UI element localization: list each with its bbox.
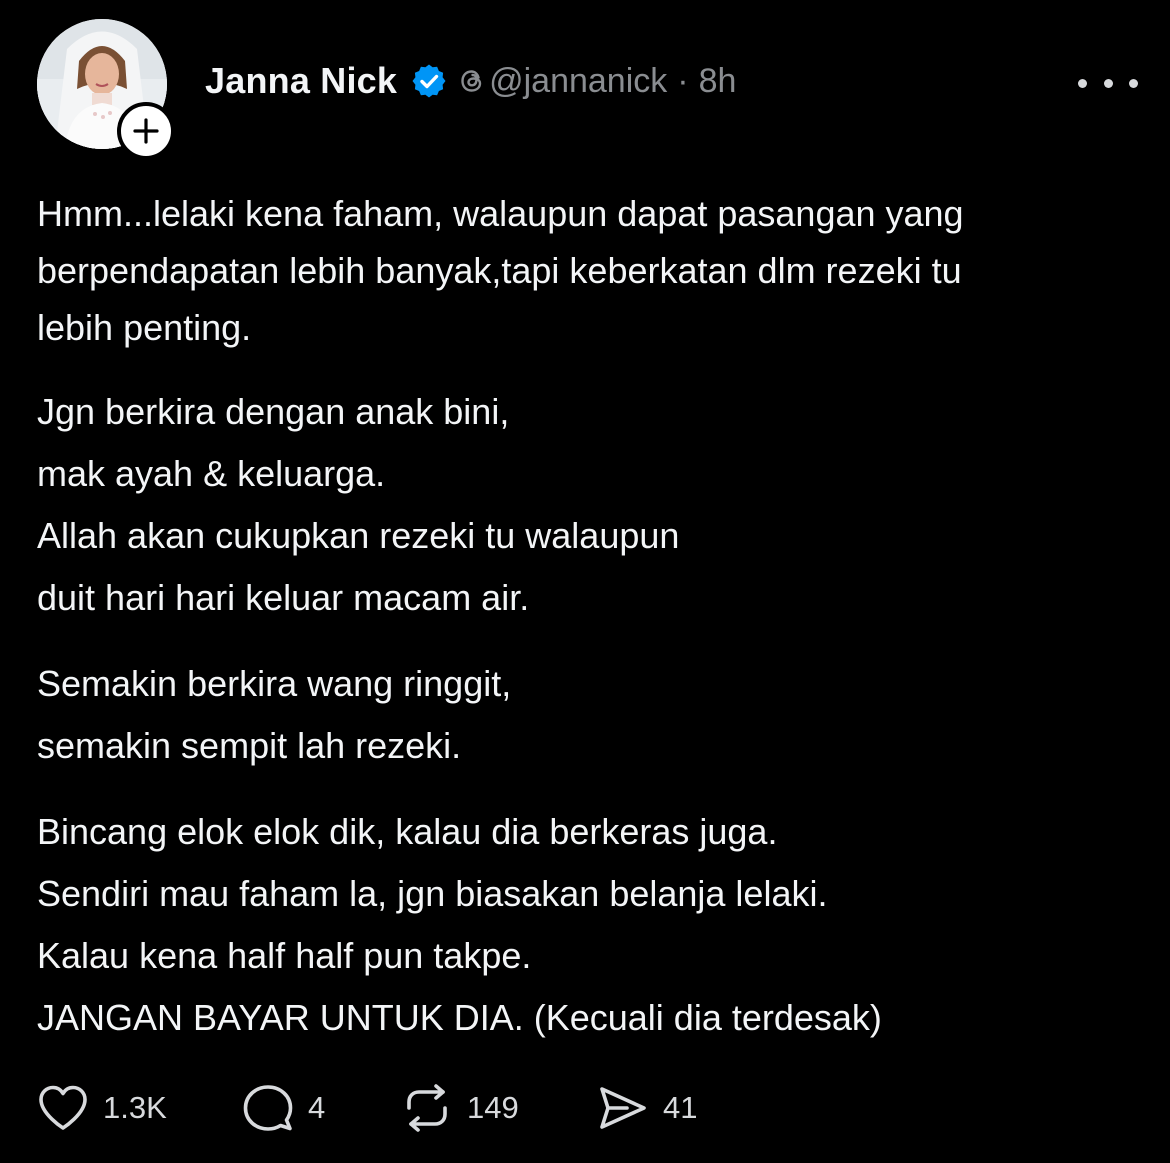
plus-icon	[133, 118, 159, 144]
send-icon	[600, 1087, 646, 1129]
post-body: Hmm...lelaki kena faham, walaupun dapat …	[37, 185, 1137, 1064]
reply-count: 4	[308, 1090, 326, 1125]
post-header: Janna Nick @jannanick · 8h	[205, 56, 736, 106]
paragraph: Hmm...lelaki kena faham, walaupun dapat …	[37, 185, 1137, 356]
reply-button[interactable]: 4	[242, 1082, 325, 1134]
more-icon-dot	[1078, 78, 1087, 88]
verified-badge-icon	[411, 63, 447, 99]
avatar-container[interactable]	[37, 19, 175, 160]
paragraph: Jgn berkira dengan anak bini, mak ayah &…	[37, 381, 1137, 629]
text-line: JANGAN BAYAR UNTUK DIA. (Kecuali dia ter…	[37, 997, 882, 1038]
threads-logo-icon	[457, 66, 487, 96]
text-line: semakin sempit lah rezeki.	[37, 725, 462, 766]
text-line: Bincang elok elok dik, kalau dia berkera…	[37, 811, 778, 852]
follow-button[interactable]	[117, 102, 175, 160]
author-name[interactable]: Janna Nick	[205, 60, 397, 102]
threads-post: Janna Nick @jannanick · 8h Hmm...lelaki …	[0, 0, 1170, 1163]
heart-icon	[39, 1085, 87, 1130]
more-icon-dot	[1103, 78, 1113, 88]
share-count: 41	[663, 1090, 698, 1125]
like-count: 1.3K	[103, 1090, 167, 1125]
post-timestamp: 8h	[698, 61, 737, 100]
paragraph: Semakin berkira wang ringgit, semakin se…	[37, 653, 1137, 777]
text-line: Jgn berkira dengan anak bini,	[37, 391, 510, 432]
text-line: berpendapatan lebih banyak,tapi keberkat…	[37, 250, 962, 291]
text-line: mak ayah & keluarga.	[37, 453, 386, 494]
share-button[interactable]: 41	[597, 1082, 697, 1134]
more-options-button[interactable]	[1078, 68, 1138, 98]
more-icon-dot	[1129, 78, 1138, 88]
like-button[interactable]: 1.3K	[37, 1082, 167, 1134]
separator-dot: ·	[677, 61, 689, 100]
text-line: Kalau kena half half pun takpe.	[37, 935, 532, 976]
author-handle[interactable]: @jannanick	[489, 62, 667, 101]
text-line: Sendiri mau faham la, jgn biasakan belan…	[37, 873, 828, 914]
paragraph: Bincang elok elok dik, kalau dia berkera…	[37, 801, 1137, 1049]
text-line: Hmm...lelaki kena faham, walaupun dapat …	[37, 193, 964, 234]
post-actions: 1.3K 4 149 41	[37, 1082, 737, 1134]
comment-icon	[243, 1085, 293, 1131]
text-line: Semakin berkira wang ringgit,	[37, 663, 512, 704]
text-line: duit hari hari keluar macam air.	[37, 577, 530, 618]
repost-icon	[407, 1084, 447, 1132]
text-line: Allah akan cukupkan rezeki tu walaupun	[37, 515, 680, 556]
repost-button[interactable]: 149	[401, 1082, 519, 1134]
repost-count: 149	[467, 1090, 519, 1125]
text-line: lebih penting.	[37, 307, 252, 348]
